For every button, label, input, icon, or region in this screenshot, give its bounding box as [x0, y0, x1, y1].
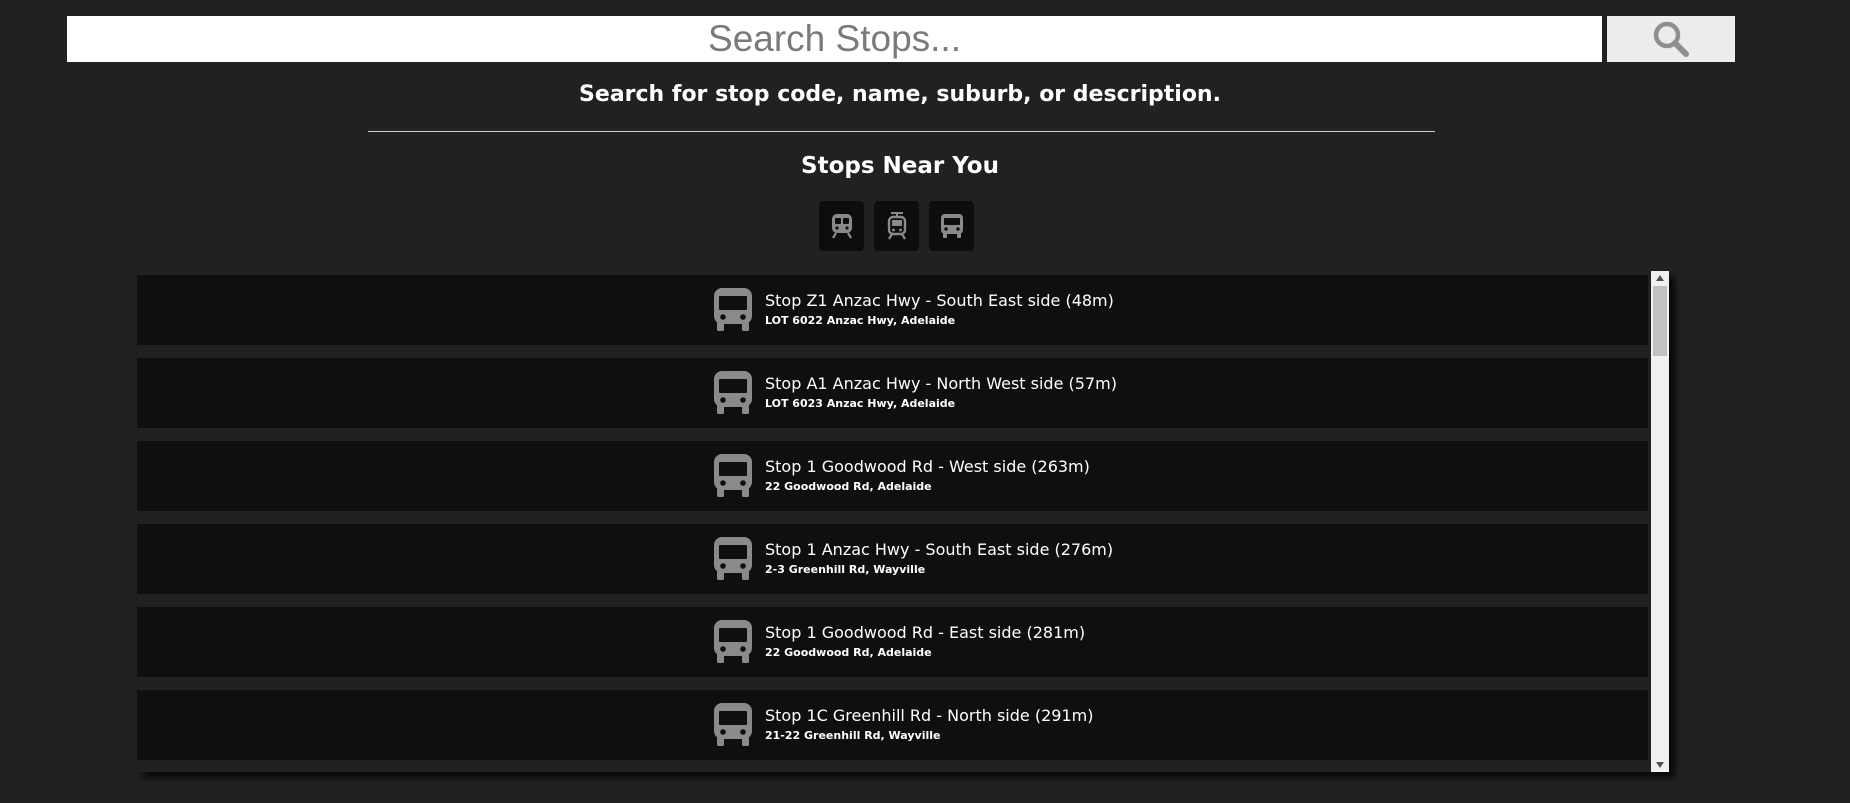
search-input[interactable] — [67, 16, 1602, 62]
stop-name: Stop 1 Goodwood Rd - West side (263m) — [765, 457, 1090, 476]
search-button[interactable] — [1607, 16, 1735, 62]
stop-address: 2-3 Greenhill Rd, Wayville — [765, 563, 926, 576]
scroll-up-arrow[interactable] — [1651, 271, 1669, 285]
stop-row[interactable]: Stop 1 Anzac Hwy - South East side (276m… — [137, 524, 1648, 594]
bus-icon — [940, 214, 963, 238]
scroll-thumb[interactable] — [1653, 286, 1667, 356]
scroll-down-arrow[interactable] — [1651, 758, 1669, 772]
bus-icon — [714, 537, 752, 580]
filter-train-button[interactable] — [819, 201, 864, 251]
stop-address: 22 Goodwood Rd, Adelaide — [765, 646, 932, 659]
stop-row[interactable]: Stop 1 Goodwood Rd - East side (281m) 22… — [137, 607, 1648, 677]
stop-name: Stop Z1 Anzac Hwy - South East side (48m… — [765, 291, 1114, 310]
stop-name: Stop 1 Goodwood Rd - East side (281m) — [765, 623, 1086, 642]
divider — [368, 131, 1435, 132]
bus-icon — [714, 454, 752, 497]
triangle-down-icon — [1656, 762, 1664, 768]
stop-name: Stop 1 Anzac Hwy - South East side (276m… — [765, 540, 1114, 559]
stops-list-container: Stop Z1 Anzac Hwy - South East side (48m… — [137, 271, 1669, 772]
search-hint: Search for stop code, name, suburb, or d… — [579, 82, 1221, 107]
stop-row[interactable]: Stop 1 Goodwood Rd - West side (263m) 22… — [137, 441, 1648, 511]
filter-bus-button[interactable] — [929, 201, 974, 251]
train-icon — [831, 214, 852, 239]
bus-icon — [714, 620, 752, 663]
stop-name: Stop A1 Anzac Hwy - North West side (57m… — [765, 374, 1117, 393]
tram-icon — [887, 212, 906, 240]
stop-address: LOT 6023 Anzac Hwy, Adelaide — [765, 397, 956, 410]
bus-icon — [714, 288, 752, 331]
filter-tram-button[interactable] — [874, 201, 919, 251]
stop-row[interactable]: Stop 1C Greenhill Rd - North side (291m)… — [137, 690, 1648, 760]
stop-row[interactable]: Stop A1 Anzac Hwy - North West side (57m… — [137, 358, 1648, 428]
stop-address: 22 Goodwood Rd, Adelaide — [765, 480, 932, 493]
stops-near-you-heading: Stops Near You — [801, 153, 999, 179]
search-bar — [67, 16, 1602, 62]
triangle-up-icon — [1656, 275, 1664, 281]
stops-list[interactable]: Stop Z1 Anzac Hwy - South East side (48m… — [137, 271, 1651, 772]
bus-icon — [714, 371, 752, 414]
stop-address: 21-22 Greenhill Rd, Wayville — [765, 729, 941, 742]
list-scrollbar[interactable] — [1651, 271, 1669, 772]
search-icon — [1653, 21, 1689, 57]
stop-address: LOT 6022 Anzac Hwy, Adelaide — [765, 314, 956, 327]
bus-icon — [714, 703, 752, 746]
stop-name: Stop 1C Greenhill Rd - North side (291m) — [765, 706, 1094, 725]
stop-row[interactable]: Stop Z1 Anzac Hwy - South East side (48m… — [137, 275, 1648, 345]
